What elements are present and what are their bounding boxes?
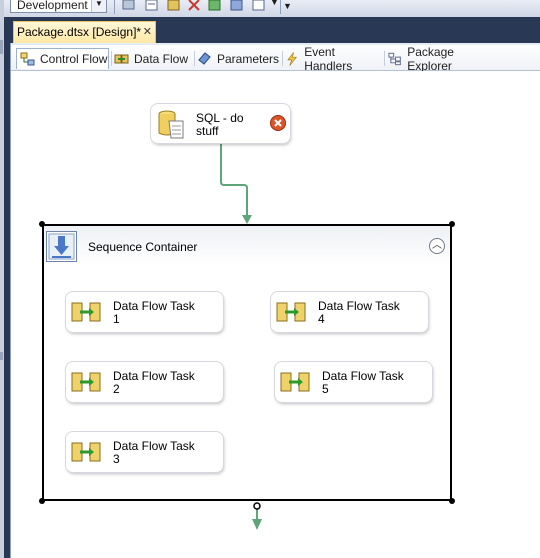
data-flow-task-4[interactable]: Data Flow Task 4: [271, 292, 428, 332]
task-name-line2: 3: [113, 452, 120, 466]
tab-data-flow[interactable]: Data Flow: [111, 48, 191, 69]
package-explorer-icon: [388, 52, 401, 65]
dock-grip[interactable]: [0, 40, 3, 54]
task-name-line2: stuff: [196, 124, 219, 138]
overflow-icon[interactable]: ▼: [283, 1, 292, 11]
tab-label: Event Handlers: [304, 44, 353, 73]
control-flow-icon: [20, 52, 35, 66]
task-name-line2: 5: [322, 382, 329, 396]
data-flow-task-icon: [280, 372, 310, 392]
resize-handle[interactable]: [39, 498, 45, 504]
sequence-container-icon: [46, 231, 77, 262]
data-flow-task-icon: [71, 372, 101, 392]
configuration-value: Development: [17, 0, 88, 12]
tab-label: Data Flow: [134, 51, 189, 66]
left-dock-strip: [0, 0, 4, 558]
task-name-line2: 4: [318, 312, 325, 326]
data-flow-task-2[interactable]: Data Flow Task 2: [66, 362, 223, 402]
data-flow-icon: [114, 54, 129, 63]
resize-handle[interactable]: [39, 221, 45, 227]
tab-parameters[interactable]: Parameters: [194, 48, 280, 69]
properties-icon[interactable]: [145, 0, 159, 12]
toolbar: Development ▼ ▼ ▼: [0, 0, 540, 17]
task-name-line1: Data Flow Task: [322, 369, 404, 383]
resize-handle[interactable]: [449, 498, 455, 504]
task-name-line2: 2: [113, 382, 120, 396]
resize-handle[interactable]: [449, 221, 455, 227]
dropdown-arrow-icon[interactable]: ▼: [270, 0, 279, 7]
task-name-line1: Data Flow Task: [318, 299, 400, 313]
data-flow-task-5[interactable]: Data Flow Task 5: [275, 362, 432, 402]
data-flow-task-1[interactable]: Data Flow Task 1: [66, 292, 223, 332]
event-handlers-icon: [287, 51, 297, 66]
close-icon[interactable]: ✕: [143, 25, 152, 38]
container-header: Sequence Container ︿: [44, 226, 450, 266]
task-name-line1: Data Flow Task: [113, 299, 195, 313]
delete-icon[interactable]: [187, 0, 201, 12]
tab-label: Package Explorer: [407, 44, 454, 73]
toolbar-separator: [280, 0, 281, 14]
toolbar-separator: [114, 0, 115, 14]
data-flow-task-icon: [276, 302, 306, 322]
database-icon[interactable]: [230, 0, 244, 12]
window-icon[interactable]: [252, 0, 266, 12]
tab-label: Parameters: [217, 51, 280, 66]
chevron-down-icon[interactable]: ▼: [91, 0, 106, 12]
find-icon[interactable]: [122, 0, 136, 12]
dock-grip[interactable]: [0, 352, 3, 360]
parameters-icon: [198, 51, 211, 65]
task-name-line1: Data Flow Task: [113, 369, 195, 383]
data-flow-task-icon: [71, 302, 101, 322]
designer-tab-bar: Control Flow Data Flow Parameters Event …: [11, 45, 540, 73]
data-flow-task-3[interactable]: Data Flow Task 3: [66, 432, 223, 472]
sql-task[interactable]: SQL - do stuff: [151, 104, 290, 143]
execute-sql-task-icon: [158, 110, 184, 139]
error-icon: [270, 115, 286, 131]
tab-label: Control Flow: [40, 52, 108, 66]
tab-package-explorer[interactable]: Package Explorer: [385, 45, 497, 73]
configuration-dropdown[interactable]: Development ▼: [10, 0, 107, 13]
tab-control-flow[interactable]: Control Flow: [16, 48, 109, 69]
tab-event-handlers[interactable]: Event Handlers: [282, 45, 382, 73]
task-name-line1: Data Flow Task: [113, 439, 195, 453]
task-name-line2: 1: [113, 312, 120, 326]
container-title: Sequence Container: [88, 240, 198, 254]
toolbox-icon[interactable]: [167, 0, 181, 12]
document-tab-title: Package.dtsx [Design]*: [17, 25, 142, 39]
collapse-up-icon[interactable]: ︿: [429, 238, 445, 254]
document-tab-package[interactable]: Package.dtsx [Design]* ✕: [13, 21, 156, 43]
export-icon[interactable]: [208, 0, 222, 12]
data-flow-task-icon: [71, 442, 101, 462]
